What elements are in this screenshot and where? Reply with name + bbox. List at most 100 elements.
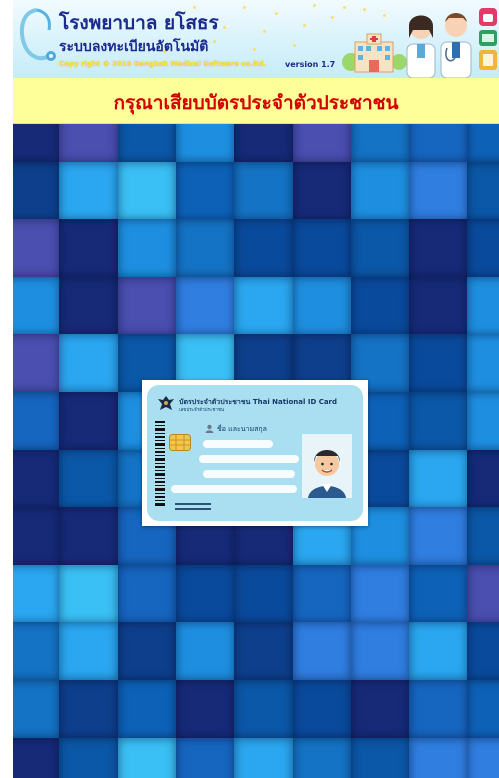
insert-card-prompt: กรุณาเสียบบัตรประจำตัวประชาชน [13, 78, 499, 124]
card-line [203, 440, 273, 448]
mosaic-tile [13, 680, 60, 739]
prompt-text: กรุณาเสียบบัตรประจำตัวประชาชน [113, 92, 399, 114]
system-name: ระบบลงทะเบียนอัตโนมัติ [59, 39, 209, 55]
mosaic-tile [59, 392, 119, 451]
sparkle-decoration [213, 40, 216, 43]
mosaic-tile [409, 737, 468, 778]
mosaic-tile [409, 276, 468, 335]
mosaic-tile [175, 124, 235, 163]
mosaic-tile [467, 161, 499, 220]
mosaic-tile [234, 276, 293, 335]
mosaic-tile [59, 564, 119, 623]
mosaic-tile [234, 124, 293, 163]
portrait-photo-icon [302, 434, 352, 498]
mosaic-tile [409, 161, 468, 220]
sparkle-decoration [263, 30, 266, 33]
mosaic-tile [175, 564, 235, 623]
mosaic-tile [292, 622, 352, 681]
version-label: version 1.7 [285, 60, 336, 69]
sparkle-decoration [313, 4, 316, 7]
mosaic-tile [13, 334, 60, 393]
mosaic-tile [409, 564, 468, 623]
kiosk-app: โรงพยาบาล ยโสธร ระบบลงทะเบียนอัตโนมัติ C… [13, 0, 499, 778]
sparkle-decoration [253, 48, 256, 51]
mosaic-tile [59, 161, 119, 220]
mosaic-tile [13, 622, 60, 681]
mosaic-tile [467, 622, 499, 681]
sparkle-decoration [363, 8, 366, 11]
mosaic-tile [117, 219, 177, 278]
doctors-illustration-icon [406, 13, 472, 78]
mosaic-tile [467, 124, 499, 163]
person-icon [205, 424, 214, 433]
stethoscope-logo-icon [19, 8, 56, 61]
mosaic-tile [175, 622, 235, 681]
mosaic-tile [13, 392, 60, 451]
card-line [175, 503, 211, 505]
mosaic-tile [59, 680, 119, 739]
mosaic-tile [59, 622, 119, 681]
mosaic-tile [13, 161, 60, 220]
mosaic-tile [175, 276, 235, 335]
mosaic-tile [350, 161, 410, 220]
hospital-name: โรงพยาบาล ยโสธร [59, 12, 219, 34]
mosaic-tile [234, 161, 293, 220]
mosaic-tile [292, 680, 352, 739]
card-subtitle: เลขประจำตัวประชาชน [179, 408, 225, 413]
mosaic-tile [117, 276, 177, 335]
chip-icon [169, 434, 191, 451]
mosaic-tile [467, 219, 499, 278]
mosaic-tile [409, 334, 468, 393]
mosaic-tile [234, 737, 293, 778]
copyright-text: Copy right © 2016 Bangkok Medical Softwa… [59, 60, 267, 68]
mosaic-tile [467, 276, 499, 335]
card-line [203, 470, 295, 478]
sparkle-decoration [331, 16, 334, 19]
sparkle-decoration [193, 6, 196, 9]
mosaic-tile [409, 449, 468, 508]
mosaic-tile [409, 680, 468, 739]
mosaic-tile [409, 124, 468, 163]
mosaic-tile [350, 124, 410, 163]
mosaic-tile [13, 449, 60, 508]
mosaic-tile [292, 124, 352, 163]
mosaic-tile [59, 334, 119, 393]
mosaic-tile [117, 564, 177, 623]
mosaic-tile [409, 219, 468, 278]
mosaic-tile [117, 680, 177, 739]
mosaic-tile [234, 680, 293, 739]
sparkle-decoration [293, 44, 296, 47]
mosaic-tile [175, 219, 235, 278]
mosaic-tile [467, 449, 499, 508]
mosaic-tile [350, 737, 410, 778]
mosaic-tile [409, 392, 468, 451]
mosaic-tile [59, 219, 119, 278]
mosaic-tile [175, 680, 235, 739]
mosaic-tile [292, 564, 352, 623]
mosaic-tile [409, 507, 468, 566]
mosaic-tile [13, 737, 60, 778]
mosaic-tile [59, 124, 119, 163]
mosaic-tile [13, 124, 60, 163]
sparkle-decoration [383, 14, 386, 17]
mosaic-tile [467, 680, 499, 739]
mosaic-tile [467, 737, 499, 778]
mosaic-tile [350, 219, 410, 278]
barcode-icon [155, 421, 165, 506]
mosaic-tile [13, 219, 60, 278]
mosaic-tile [59, 276, 119, 335]
mosaic-tile [13, 276, 60, 335]
mosaic-tile [117, 161, 177, 220]
mosaic-tile [467, 334, 499, 393]
mosaic-tile [350, 564, 410, 623]
sparkle-decoration [243, 6, 246, 9]
mosaic-tile [59, 507, 119, 566]
mosaic-tile [467, 507, 499, 566]
mosaic-tile [234, 622, 293, 681]
garuda-emblem-icon [158, 396, 174, 410]
mosaic-tile [117, 622, 177, 681]
mosaic-tile [117, 737, 177, 778]
sparkle-decoration [303, 24, 306, 27]
mosaic-tile [234, 564, 293, 623]
medical-icons-strip [479, 8, 497, 70]
